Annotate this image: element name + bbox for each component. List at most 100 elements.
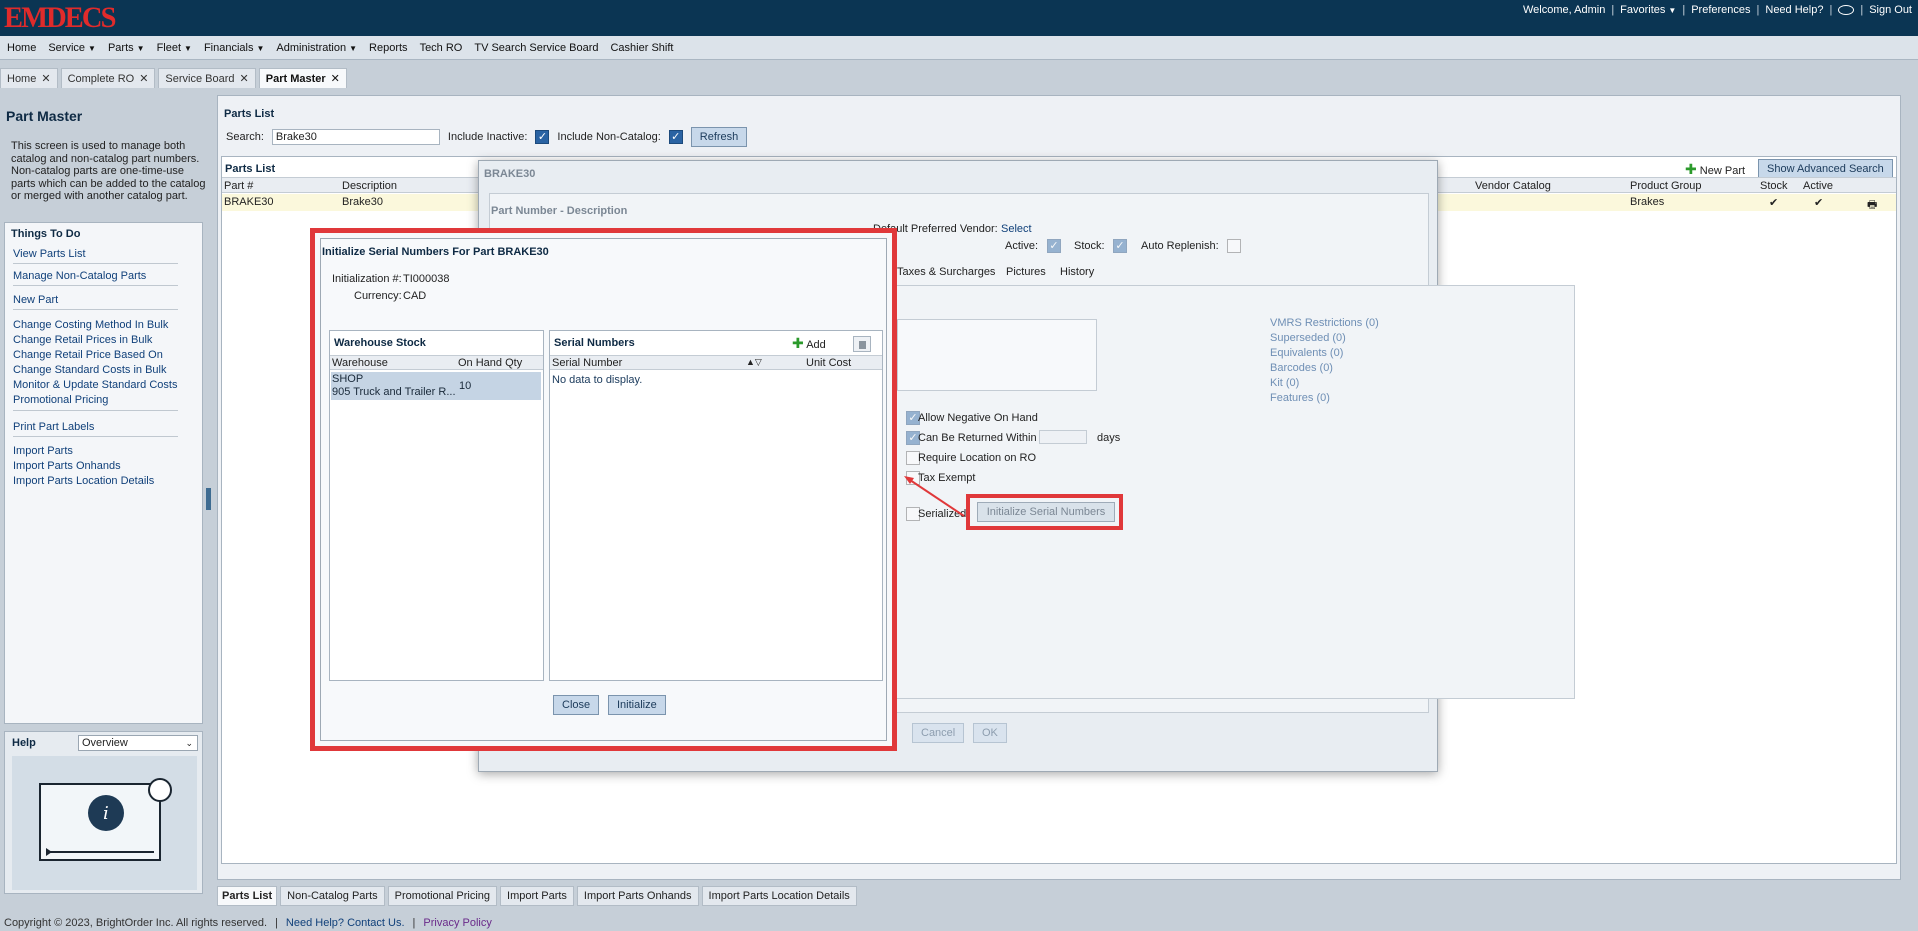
menu-reports[interactable]: Reports (369, 42, 408, 54)
refresh-button[interactable]: Refresh (690, 127, 748, 147)
vmrs-restrictions-link[interactable]: VMRS Restrictions (0) (1270, 317, 1379, 329)
close-icon[interactable]: ✕ (331, 73, 340, 85)
new-part-button[interactable]: ✚ New Part (1685, 161, 1745, 178)
select-vendor-link[interactable]: Select (1001, 223, 1032, 235)
help-topic-select[interactable]: Overview ⌄ (78, 735, 198, 751)
todo-title: Things To Do (11, 228, 81, 240)
plus-icon: ✚ (792, 335, 804, 351)
chevron-down-icon: ▼ (184, 43, 192, 53)
menu-financials[interactable]: Financials ▼ (204, 42, 264, 54)
link-promotional-pricing[interactable]: Promotional Pricing (13, 394, 108, 406)
barcodes-link[interactable]: Barcodes (0) (1270, 362, 1333, 374)
trash-icon[interactable] (853, 336, 871, 352)
include-inactive-checkbox[interactable]: ✓ (535, 130, 550, 144)
top-bar: EMDECS Welcome, Admin | Favorites ▼ | Pre… (0, 0, 1918, 36)
chat-icon[interactable] (1838, 5, 1855, 15)
print-icon[interactable]: 🖶 (1867, 196, 1877, 215)
active-checkbox[interactable]: ✓ (1047, 239, 1061, 253)
help-title: Help (12, 737, 36, 749)
ok-button[interactable]: OK (973, 723, 1007, 743)
link-monitor-costs[interactable]: Monitor & Update Standard Costs (13, 379, 177, 391)
close-button[interactable]: Close (553, 695, 600, 715)
advanced-search-button[interactable]: Show Advanced Search (1758, 159, 1893, 179)
notes-textarea[interactable] (897, 319, 1097, 391)
privacy-policy-link[interactable]: Privacy Policy (423, 917, 491, 929)
parts-list-subtitle: Parts List (225, 163, 276, 175)
welcome-text: Welcome, Admin (1522, 4, 1606, 16)
tab-history[interactable]: History (1060, 266, 1094, 278)
contact-us-link[interactable]: Need Help? Contact Us. (286, 917, 405, 929)
help-panel: Help Overview ⌄ i (4, 731, 203, 894)
preferences-link[interactable]: Preferences (1691, 4, 1750, 16)
link-change-retail-based[interactable]: Change Retail Price Based On (13, 349, 163, 361)
tab-service-board[interactable]: Service Board ✕ (158, 68, 256, 88)
menu-tv-search[interactable]: TV Search Service Board (474, 42, 598, 54)
svg-text:i: i (103, 803, 109, 824)
menu-administration[interactable]: Administration ▼ (276, 42, 357, 54)
menu-cashier-shift[interactable]: Cashier Shift (610, 42, 673, 54)
chevron-down-icon: ▼ (136, 43, 145, 53)
link-new-part[interactable]: New Part (13, 294, 58, 306)
close-icon[interactable]: ✕ (41, 73, 50, 85)
favorites-menu[interactable]: Favorites ▼ (1620, 4, 1676, 16)
no-data-text: No data to display. (552, 374, 643, 386)
part-dialog-subtitle: Part Number - Description (491, 205, 628, 217)
bottom-tab-non-catalog[interactable]: Non-Catalog Parts (280, 886, 385, 906)
tab-part-master[interactable]: Part Master ✕ (258, 68, 347, 88)
collapse-handle[interactable] (206, 488, 211, 510)
auto-replenish-checkbox[interactable] (1227, 239, 1241, 253)
table-row[interactable]: SHOP 905 Truck and Trailer R... 10 (331, 372, 541, 400)
menu-fleet[interactable]: Fleet ▼ (157, 42, 192, 54)
menu-home[interactable]: Home (7, 42, 36, 54)
parts-list-title: Parts List (224, 108, 275, 120)
link-manage-non-catalog[interactable]: Manage Non-Catalog Parts (13, 270, 146, 282)
link-import-onhands[interactable]: Import Parts Onhands (13, 460, 121, 472)
close-icon[interactable]: ✕ (139, 73, 148, 85)
serial-numbers-panel: Serial Numbers ✚ Add Serial Number ▲▽ Un… (549, 330, 883, 681)
link-change-retail-bulk[interactable]: Change Retail Prices in Bulk (13, 334, 152, 346)
highlight-init-serial: Initialize Serial Numbers (966, 494, 1123, 530)
bottom-tab-import-location[interactable]: Import Parts Location Details (701, 886, 857, 906)
bottom-tab-import-parts[interactable]: Import Parts (500, 886, 574, 906)
tab-complete-ro[interactable]: Complete RO ✕ (60, 68, 156, 88)
equivalents-link[interactable]: Equivalents (0) (1270, 347, 1343, 359)
highlight-serial-dialog: Initialize Serial Numbers For Part BRAKE… (310, 228, 897, 751)
superseded-link[interactable]: Superseded (0) (1270, 332, 1346, 344)
menu-parts[interactable]: Parts ▼ (108, 42, 145, 54)
initialize-button[interactable]: Initialize (608, 695, 666, 715)
tab-pictures[interactable]: Pictures (1006, 266, 1046, 278)
footer: Copyright © 2023, BrightOrder Inc. All r… (4, 917, 492, 929)
initialize-serial-numbers-button[interactable]: Initialize Serial Numbers (977, 502, 1115, 522)
tab-bar: Home ✕ Complete RO ✕ Service Board ✕ Part M… (0, 66, 1918, 89)
need-help-link[interactable]: Need Help? (1765, 4, 1823, 16)
link-change-costing[interactable]: Change Costing Method In Bulk (13, 319, 168, 331)
stock-checkbox[interactable]: ✓ (1113, 239, 1127, 253)
kit-link[interactable]: Kit (0) (1270, 377, 1299, 389)
link-change-standard-costs[interactable]: Change Standard Costs in Bulk (13, 364, 166, 376)
link-view-parts-list[interactable]: View Parts List (13, 248, 86, 260)
menu-service[interactable]: Service ▼ (48, 42, 96, 54)
sign-out-link[interactable]: Sign Out (1869, 4, 1912, 16)
include-noncatalog-checkbox[interactable]: ✓ (668, 130, 683, 144)
search-input[interactable]: Brake30 (271, 129, 440, 145)
chevron-down-icon: ▼ (88, 43, 96, 53)
bottom-tab-parts-list[interactable]: Parts List (217, 886, 278, 906)
add-serial-button[interactable]: ✚ Add (792, 335, 826, 352)
tab-home[interactable]: Home ✕ (0, 68, 58, 88)
sort-icon[interactable]: ▲▽ (746, 357, 762, 368)
tab-taxes-surcharges[interactable]: Taxes & Surcharges (897, 266, 995, 278)
emdecs-logo[interactable]: EMDECS (4, 1, 116, 35)
menu-tech-ro[interactable]: Tech RO (420, 42, 463, 54)
bottom-tab-promotional[interactable]: Promotional Pricing (387, 886, 498, 906)
return-days-input[interactable] (1039, 430, 1087, 444)
currency-value: CAD (403, 290, 427, 302)
bottom-tab-import-onhands[interactable]: Import Parts Onhands (576, 886, 699, 906)
cancel-button[interactable]: Cancel (912, 723, 965, 743)
features-link[interactable]: Features (0) (1270, 392, 1330, 404)
link-print-labels[interactable]: Print Part Labels (13, 421, 94, 433)
link-import-parts[interactable]: Import Parts (13, 445, 73, 457)
link-import-location[interactable]: Import Parts Location Details (13, 475, 154, 487)
help-video[interactable]: i (12, 756, 197, 890)
close-icon[interactable]: ✕ (240, 73, 249, 85)
plus-icon: ✚ (1685, 161, 1697, 177)
